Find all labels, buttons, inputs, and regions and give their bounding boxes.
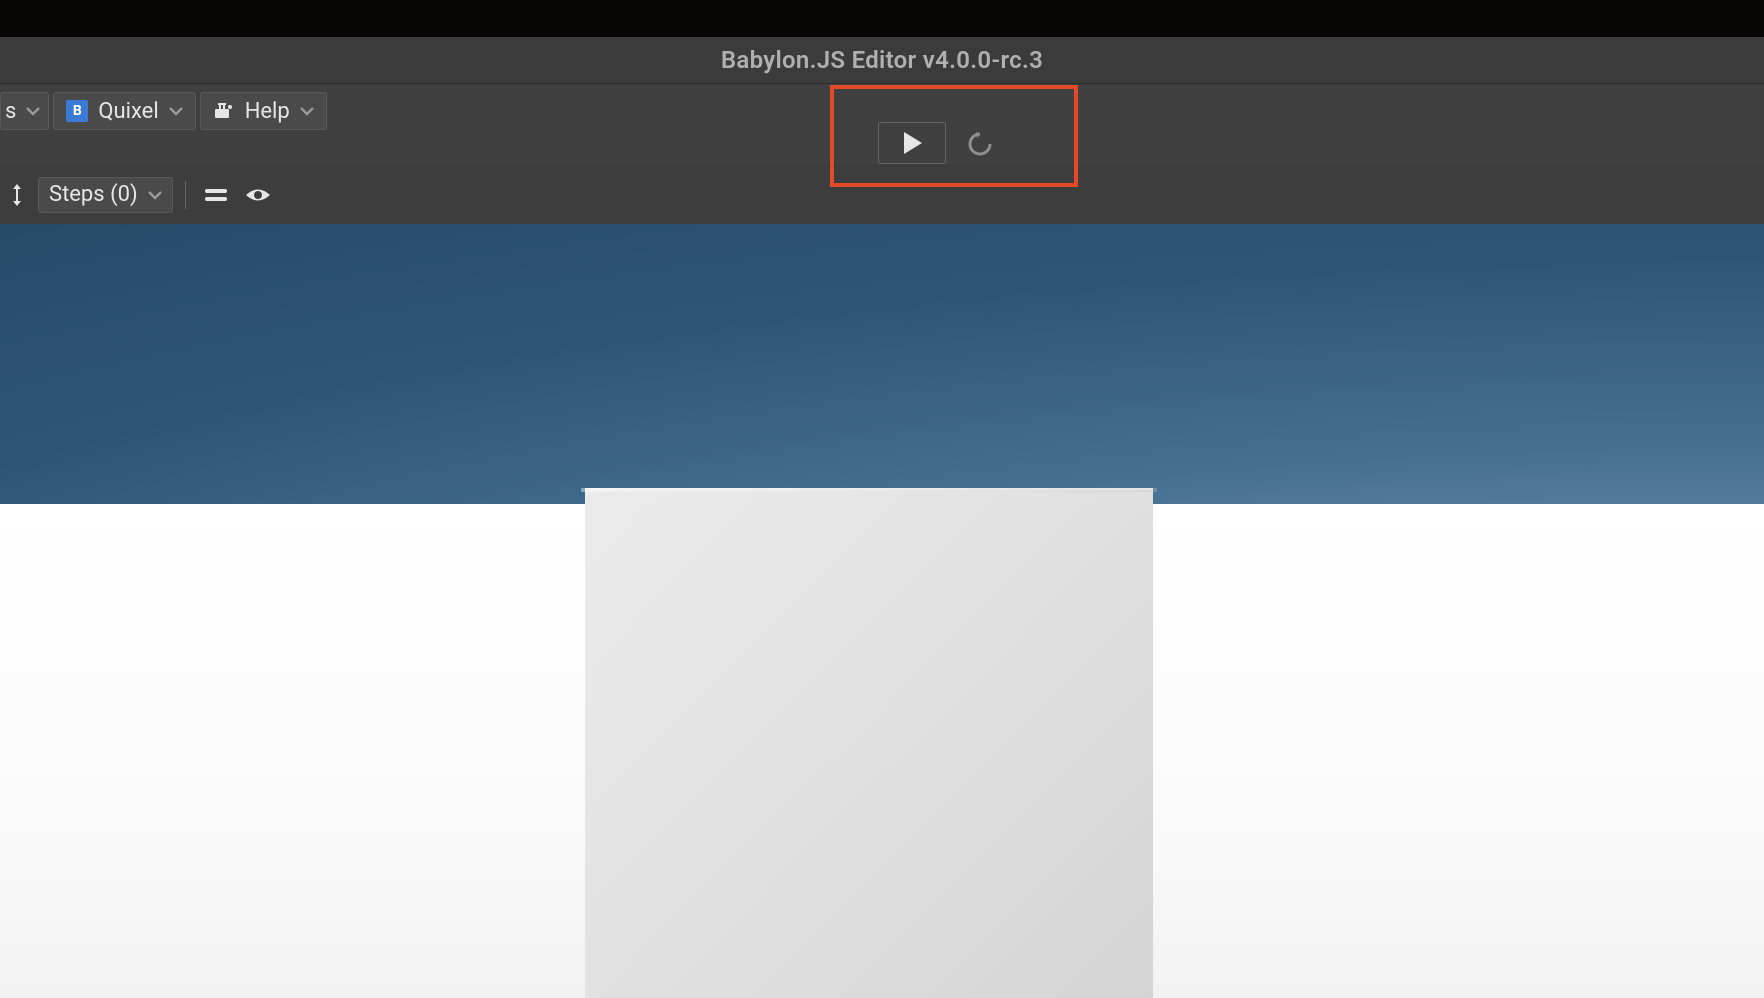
menu-item-help[interactable]: Help (200, 92, 327, 130)
play-button[interactable] (878, 122, 946, 164)
menu-item-partial[interactable]: s (0, 92, 49, 130)
window-title: Babylon.JS Editor v4.0.0-rc.3 (721, 46, 1043, 74)
sub-toolbar: Steps (0) (0, 165, 1764, 224)
steps-label: Steps (0) (49, 182, 138, 207)
vertical-arrow-icon (10, 182, 24, 208)
equals-icon (204, 188, 228, 202)
play-icon (900, 130, 924, 156)
window-top-black (0, 0, 1764, 37)
menu-item-quixel[interactable]: B Quixel (53, 92, 195, 130)
chevron-down-icon (169, 106, 183, 116)
title-bar: Babylon.JS Editor v4.0.0-rc.3 (0, 37, 1764, 83)
vertical-arrow-button[interactable] (2, 177, 32, 213)
chevron-down-icon (26, 106, 40, 116)
help-icon (213, 101, 235, 121)
quixel-icon: B (66, 100, 88, 122)
separator (185, 181, 186, 209)
visibility-button[interactable] (240, 177, 276, 213)
menu-help-label: Help (245, 99, 290, 124)
scene-cube (585, 488, 1153, 998)
menu-left-group: s B Quixel Help (0, 92, 327, 130)
reset-icon (966, 130, 994, 158)
menu-partial-letter: s (5, 99, 16, 124)
equals-button[interactable] (198, 177, 234, 213)
scene-viewport[interactable] (0, 224, 1764, 998)
chevron-down-icon (300, 106, 314, 116)
steps-dropdown[interactable]: Steps (0) (38, 177, 173, 213)
reset-button[interactable] (962, 126, 998, 162)
menu-quixel-label: Quixel (98, 99, 158, 124)
chevron-down-icon (148, 190, 162, 200)
eye-icon (244, 186, 272, 204)
